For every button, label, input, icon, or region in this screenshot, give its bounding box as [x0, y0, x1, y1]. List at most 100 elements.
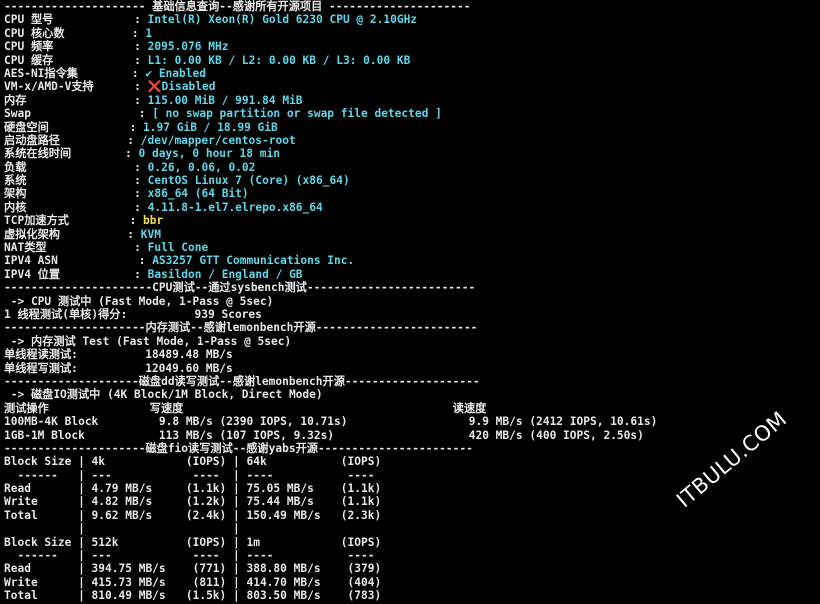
info-key: TCP加速方式 : [4, 214, 144, 228]
info-value: 0.26, 0.06, 0.02 [147, 160, 256, 174]
info-key: 架构 : [4, 187, 148, 201]
terminal-line: Swap : [ no swap partition or swap file … [4, 107, 820, 120]
terminal-line: 系统 : CentOS Linux 7 (Core) (x86_64) [4, 174, 820, 187]
terminal-line: CPU 频率 : 2095.076 MHz [4, 40, 820, 53]
terminal-line: NAT类型 : Full Cone [4, 241, 820, 254]
info-value: 1.97 GiB / 18.99 GiB [143, 120, 278, 134]
info-value: Intel(R) Xeon(R) Gold 6230 CPU @ 2.10GHz [147, 13, 418, 27]
terminal-line: 单线程读测试: 18489.48 MB/s [4, 348, 820, 361]
terminal-line: Total | 9.62 MB/s (2.4k) | 150.49 MB/s (… [4, 509, 820, 522]
terminal-line: ------ | --- ---- | ---- ---- [4, 549, 820, 562]
terminal-line: 内存 : 115.00 MiB / 991.84 MiB [4, 94, 820, 107]
terminal-line: Block Size | 4k (IOPS) | 64k (IOPS) [4, 455, 820, 468]
info-value: 2095.076 MHz [147, 40, 229, 54]
terminal-line: Read | 394.75 MB/s (771) | 388.80 MB/s (… [4, 562, 820, 575]
info-value: AS3257 GTT Communications Inc. [152, 254, 355, 268]
info-value: bbr [143, 214, 164, 228]
terminal-line: -> CPU 测试中 (Fast Mode, 1-Pass @ 5sec) [4, 295, 820, 308]
terminal-line: 硬盘空间 : 1.97 GiB / 18.99 GiB [4, 121, 820, 134]
line-text: 单线程读测试: 18489.48 MB/s [4, 348, 233, 362]
info-key: 内存 : [4, 93, 148, 107]
info-value: Full Cone [147, 241, 209, 255]
terminal-line: 系统在线时间 : 0 days, 0 hour 18 min [4, 147, 820, 160]
line-text: --------------------磁盘dd读写测试--感谢lemonben… [4, 374, 480, 388]
info-value: 0 days, 0 hour 18 min [138, 147, 280, 161]
line-text: ----------------------CPU测试--通过sysbench测… [4, 281, 476, 295]
line-text: Read | 4.79 MB/s (1.1k) | 75.05 MB/s (1.… [4, 482, 382, 496]
line-text: Write | 415.73 MB/s (811) | 414.70 MB/s … [4, 575, 382, 589]
line-text: 1GB-1M Block 113 MB/s (107 IOPS, 9.32s) … [4, 428, 644, 442]
info-value: 115.00 MiB / 991.84 MiB [147, 93, 303, 107]
line-text: 1 线程测试(单核)得分: 939 Scores [4, 307, 262, 321]
info-value: ❌Disabled [147, 80, 216, 94]
terminal-line: AES-NI指令集 : ✔ Enabled [4, 67, 820, 80]
terminal-line: 单线程写测试: 12049.60 MB/s [4, 362, 820, 375]
terminal-line: Write | 415.73 MB/s (811) | 414.70 MB/s … [4, 576, 820, 589]
info-key: Swap : [4, 107, 153, 121]
line-text: 单线程写测试: 12049.60 MB/s [4, 361, 233, 375]
info-key: AES-NI指令集 : [4, 66, 146, 80]
info-value: 4.11.8-1.el7.elrepo.x86_64 [147, 200, 323, 214]
info-value: [ no swap partition or swap file detecte… [152, 107, 442, 121]
info-key: 内核 : [4, 200, 148, 214]
terminal-line: ---------------------磁盘fio读写测试--感谢yabs开源… [4, 442, 820, 455]
terminal-line: --------------------- 基础信息查询--感谢所有开源项目 -… [4, 0, 820, 13]
terminal-line: -> 磁盘IO测试中 (4K Block/1M Block, Direct Mo… [4, 388, 820, 401]
line-text: | | [4, 522, 240, 536]
line-text: Write | 4.82 MB/s (1.2k) | 75.44 MB/s (1… [4, 495, 382, 509]
terminal-line: 架构 : x86_64 (64 Bit) [4, 187, 820, 200]
terminal-line: IPV4 ASN : AS3257 GTT Communications Inc… [4, 254, 820, 267]
terminal-line: | | [4, 522, 820, 535]
info-key: CPU 型号 : [4, 13, 148, 27]
info-value: /dev/mapper/centos-root [140, 133, 296, 147]
line-text: ------ | --- ---- | ---- ---- [4, 549, 382, 563]
line-text: Read | 394.75 MB/s (771) | 388.80 MB/s (… [4, 562, 382, 576]
line-text: 100MB-4K Block 9.8 MB/s (2390 IOPS, 10.7… [4, 415, 658, 429]
info-key: IPV4 ASN : [4, 254, 153, 268]
terminal-line: 启动盘路径 : /dev/mapper/centos-root [4, 134, 820, 147]
terminal-line: 1GB-1M Block 113 MB/s (107 IOPS, 9.32s) … [4, 429, 820, 442]
info-value: KVM [140, 227, 161, 241]
terminal-line: 测试操作 写速度 读速度 [4, 402, 820, 415]
terminal-line: 内核 : 4.11.8-1.el7.elrepo.x86_64 [4, 201, 820, 214]
info-key: 负载 : [4, 160, 148, 174]
terminal-line: Total | 810.49 MB/s (1.5k) | 803.50 MB/s… [4, 589, 820, 602]
info-key: IPV4 位置 : [4, 267, 148, 281]
info-key: CPU 缓存 : [4, 53, 148, 67]
info-value: CentOS Linux 7 (Core) (x86_64) [147, 174, 350, 188]
info-value: ✔ Enabled [145, 66, 206, 80]
line-text: ---------------------内存测试--感谢lemonbench开… [4, 321, 478, 335]
terminal-line: ----------------------CPU测试--通过sysbench测… [4, 281, 820, 294]
line-text: -> 磁盘IO测试中 (4K Block/1M Block, Direct Mo… [4, 388, 323, 402]
info-key: 系统 : [4, 174, 148, 188]
terminal-line: 虚拟化架构 : KVM [4, 228, 820, 241]
info-key: CPU 核心数 : [4, 26, 146, 40]
line-text: -> CPU 测试中 (Fast Mode, 1-Pass @ 5sec) [4, 294, 274, 308]
info-value: x86_64 (64 Bit) [147, 187, 249, 201]
line-text: Total | 9.62 MB/s (2.4k) | 150.49 MB/s (… [4, 508, 382, 522]
info-key: CPU 频率 : [4, 40, 148, 54]
terminal-line: CPU 缓存 : L1: 0.00 KB / L2: 0.00 KB / L3:… [4, 54, 820, 67]
info-key: 系统在线时间 : [4, 147, 139, 161]
line-text: Block Size | 512k (IOPS) | 1m (IOPS) [4, 535, 382, 549]
line-text: ---------------------磁盘fio读写测试--感谢yabs开源… [4, 441, 473, 455]
info-key: 启动盘路径 : [4, 133, 141, 147]
terminal-line: -> 内存测试 Test (Fast Mode, 1-Pass @ 5sec) [4, 335, 820, 348]
info-value: L1: 0.00 KB / L2: 0.00 KB / L3: 0.00 KB [147, 53, 411, 67]
terminal-line: CPU 型号 : Intel(R) Xeon(R) Gold 6230 CPU … [4, 13, 820, 26]
terminal-line: --------------------磁盘dd读写测试--感谢lemonben… [4, 375, 820, 388]
terminal-line: VM-x/AMD-V支持 : ❌Disabled [4, 80, 820, 93]
line-text: Block Size | 4k (IOPS) | 64k (IOPS) [4, 455, 382, 469]
info-key: VM-x/AMD-V支持 : [4, 80, 148, 94]
line-text: ------ | --- ---- | ---- ---- [4, 468, 382, 482]
terminal-line: 负载 : 0.26, 0.06, 0.02 [4, 161, 820, 174]
terminal-line: 100MB-4K Block 9.8 MB/s (2390 IOPS, 10.7… [4, 415, 820, 428]
line-text: --------------------- 基础信息查询--感谢所有开源项目 -… [4, 0, 471, 13]
info-value: Basildon / England / GB [147, 267, 303, 281]
info-value: 1 [145, 26, 153, 40]
info-key: NAT类型 : [4, 241, 148, 255]
terminal-line: ---------------------内存测试--感谢lemonbench开… [4, 321, 820, 334]
info-key: 虚拟化架构 : [4, 227, 141, 241]
terminal-line: Block Size | 512k (IOPS) | 1m (IOPS) [4, 536, 820, 549]
line-text: 测试操作 写速度 读速度 [4, 401, 487, 415]
